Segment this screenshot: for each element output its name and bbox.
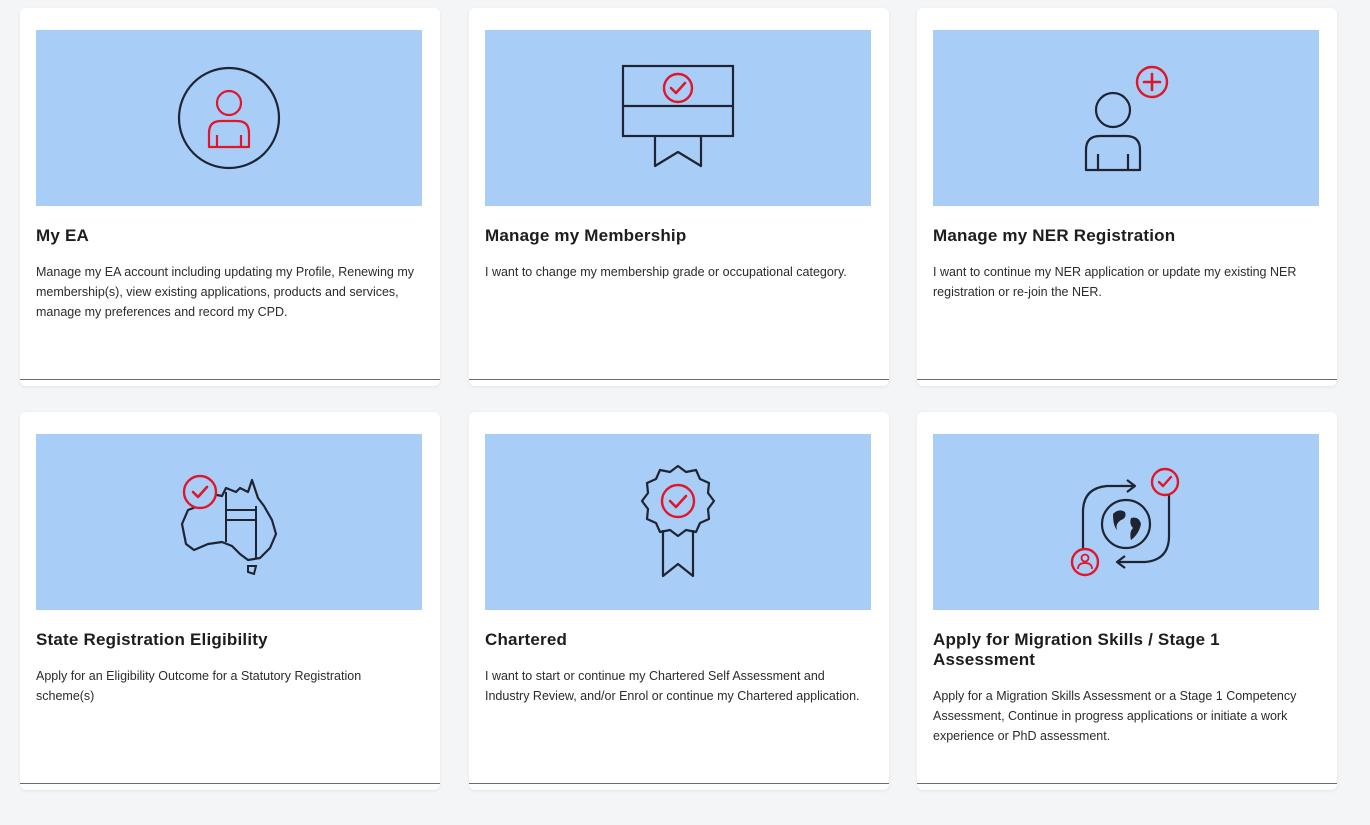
card-image [36,30,422,206]
card-title: Manage my Membership [485,226,687,245]
award-rosette-icon [640,464,716,578]
card-state-registration-eligibility[interactable]: State Registration Eligibility Apply for… [20,412,440,790]
card-title: State Registration Eligibility [36,630,268,649]
australia-map-check-icon [180,474,278,576]
card-manage-membership[interactable]: Manage my Membership I want to change my… [469,8,889,386]
card-description: Manage my EA account including updating … [36,265,414,319]
services-grid: My EA Manage my EA account including upd… [0,0,1370,825]
card-divider [20,379,440,380]
card-chartered[interactable]: Chartered I want to start or continue my… [469,412,889,790]
card-description: Apply for an Eligibility Outcome for a S… [36,669,362,703]
card-manage-ner-registration[interactable]: Manage my NER Registration I want to con… [917,8,1337,386]
card-image [485,434,871,610]
card-divider [917,783,1337,784]
card-title: Apply for Migration Skills / Stage 1 Ass… [933,630,1220,669]
card-description: I want to change my membership grade or … [485,265,847,279]
card-divider [20,783,440,784]
globe-migration-icon [1070,467,1180,577]
card-my-ea[interactable]: My EA Manage my EA account including upd… [20,8,440,386]
card-divider [917,379,1337,380]
membership-certificate-icon [621,64,735,168]
user-profile-icon [177,66,281,170]
card-title: Chartered [485,630,568,649]
card-image [485,30,871,206]
card-description: I want to start or continue my Chartered… [485,669,860,703]
card-migration-skills-assessment[interactable]: Apply for Migration Skills / Stage 1 Ass… [917,412,1337,790]
card-description: I want to continue my NER application or… [933,265,1297,299]
card-title: My EA [36,226,89,245]
card-image [933,434,1319,610]
add-user-icon [1084,65,1169,172]
card-description: Apply for a Migration Skills Assessment … [933,689,1297,743]
card-divider [469,783,889,784]
card-title: Manage my NER Registration [933,226,1176,245]
card-image [36,434,422,610]
card-divider [469,379,889,380]
card-image [933,30,1319,206]
